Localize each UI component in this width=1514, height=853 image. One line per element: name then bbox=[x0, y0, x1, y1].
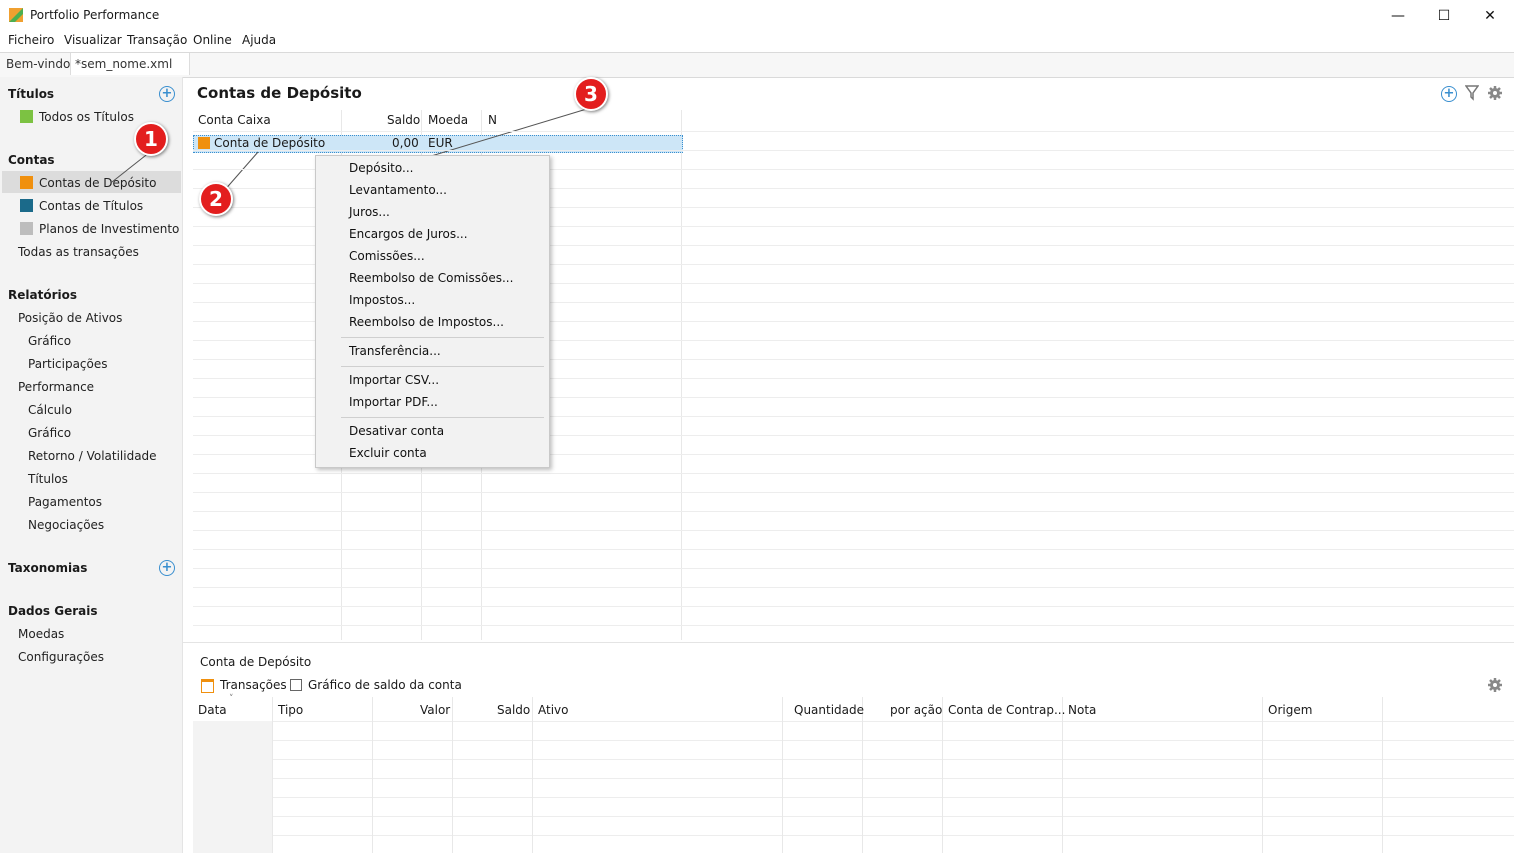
column-header-tipo[interactable]: Tipo bbox=[278, 703, 303, 717]
grid-line bbox=[193, 131, 1514, 132]
grid-line bbox=[193, 778, 1514, 779]
grid-line bbox=[193, 835, 1514, 836]
grid-line bbox=[862, 697, 863, 853]
date-column-bg bbox=[193, 721, 272, 853]
grid-line bbox=[193, 549, 1514, 550]
menu-item-desativar-conta[interactable]: Desativar conta bbox=[349, 424, 444, 438]
menu-item-excluir-conta[interactable]: Excluir conta bbox=[349, 446, 427, 460]
grid-line bbox=[532, 697, 533, 853]
grid-line bbox=[193, 606, 1514, 607]
grid-line bbox=[193, 150, 1514, 151]
grid-line bbox=[782, 697, 783, 853]
grid-line bbox=[1262, 697, 1263, 853]
tab-transacoes[interactable]: Transações bbox=[220, 678, 287, 692]
grid-line bbox=[942, 697, 943, 853]
grid-line bbox=[193, 625, 1514, 626]
transactions-tab-icon bbox=[201, 679, 214, 693]
annotation-badge-3: 3 bbox=[574, 77, 608, 111]
grid-line bbox=[193, 492, 1514, 493]
grid-line bbox=[193, 473, 1514, 474]
menu-item-transferencia[interactable]: Transferência... bbox=[349, 344, 441, 358]
column-header-valor[interactable]: Valor bbox=[420, 703, 450, 717]
grid-line bbox=[193, 511, 1514, 512]
grid-line bbox=[193, 797, 1514, 798]
menu-item-deposito[interactable]: Depósito... bbox=[349, 161, 413, 175]
menu-separator bbox=[341, 366, 544, 367]
column-header-nota-tx[interactable]: Nota bbox=[1068, 703, 1096, 717]
column-header-origem[interactable]: Origem bbox=[1268, 703, 1312, 717]
gear-icon[interactable] bbox=[1488, 678, 1502, 692]
menu-item-reembolso-impostos[interactable]: Reembolso de Impostos... bbox=[349, 315, 504, 329]
menu-item-levantamento[interactable]: Levantamento... bbox=[349, 183, 447, 197]
column-header-ativo[interactable]: Ativo bbox=[538, 703, 568, 717]
menu-separator bbox=[341, 337, 544, 338]
menu-item-comissoes[interactable]: Comissões... bbox=[349, 249, 425, 263]
menu-item-encargos-juros[interactable]: Encargos de Juros... bbox=[349, 227, 468, 241]
menu-item-importar-pdf[interactable]: Importar PDF... bbox=[349, 395, 438, 409]
column-header-data[interactable]: Data bbox=[198, 703, 227, 717]
grid-line bbox=[193, 759, 1514, 760]
grid-line bbox=[193, 587, 1514, 588]
bottom-panel-title: Conta de Depósito bbox=[200, 655, 312, 669]
context-menu bbox=[315, 155, 550, 468]
annotation-badge-1: 1 bbox=[134, 122, 168, 156]
column-header-por-acao[interactable]: por ação bbox=[890, 703, 942, 717]
grid-line bbox=[372, 697, 373, 853]
grid-line bbox=[193, 740, 1514, 741]
column-header-conta-contrapartida[interactable]: Conta de Contrap... bbox=[948, 703, 1065, 717]
grid-line bbox=[193, 568, 1514, 569]
grid-line bbox=[193, 816, 1514, 817]
column-header-saldo-tx[interactable]: Saldo bbox=[497, 703, 530, 717]
menu-item-importar-csv[interactable]: Importar CSV... bbox=[349, 373, 439, 387]
grid-line bbox=[1062, 697, 1063, 853]
grid-line bbox=[272, 697, 273, 853]
annotation-badge-2: 2 bbox=[199, 182, 233, 216]
grid-line bbox=[1382, 697, 1383, 853]
grid-line bbox=[193, 721, 1514, 722]
panel-divider bbox=[183, 642, 1514, 643]
menu-item-juros[interactable]: Juros... bbox=[349, 205, 390, 219]
menu-separator bbox=[341, 417, 544, 418]
column-header-quantidade[interactable]: Quantidade bbox=[794, 703, 864, 717]
grid-line bbox=[452, 697, 453, 853]
sort-chevron-icon: ˅ bbox=[229, 694, 234, 704]
menu-item-impostos[interactable]: Impostos... bbox=[349, 293, 415, 307]
menu-item-reembolso-comissoes[interactable]: Reembolso de Comissões... bbox=[349, 271, 513, 285]
grid-line bbox=[193, 530, 1514, 531]
chart-tab-icon bbox=[290, 679, 302, 691]
tab-grafico-saldo[interactable]: Gráfico de saldo da conta bbox=[308, 678, 462, 692]
